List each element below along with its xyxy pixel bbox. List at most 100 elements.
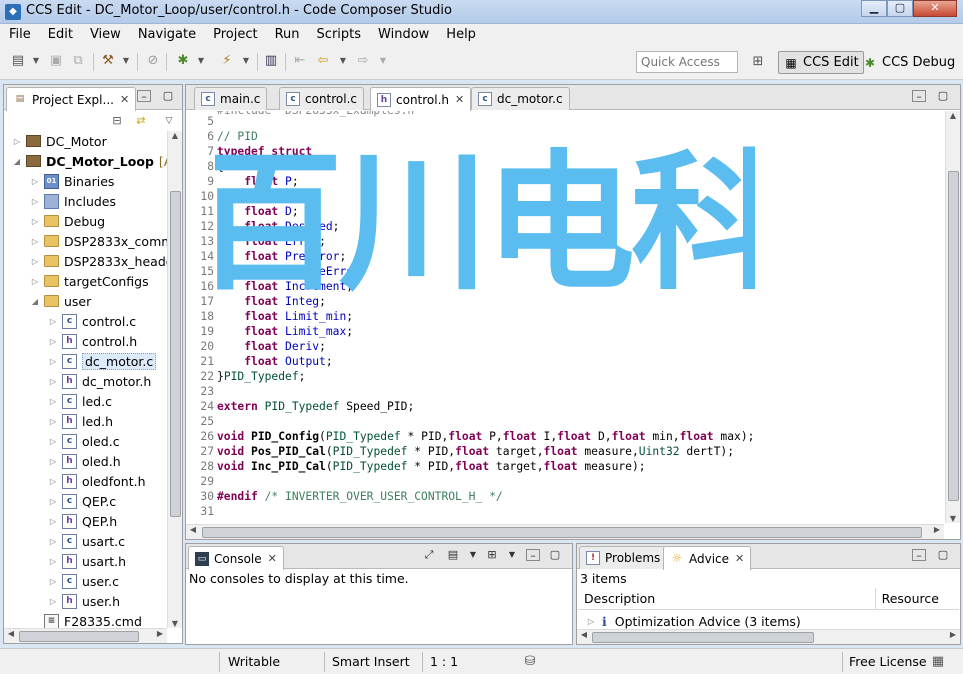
close-icon[interactable]: ✕ [120, 93, 129, 106]
view-menu-icon[interactable]: ▽ [161, 113, 177, 129]
forward-arrow-icon[interactable]: ⇨ [355, 53, 371, 69]
debug-bug-icon[interactable]: ✱ [175, 53, 191, 69]
tree-item[interactable]: ▷ DSP2833x_heade [30, 251, 167, 271]
code-line[interactable]: 5 [186, 114, 217, 129]
tree-item[interactable]: ▷ h led.h [48, 411, 113, 431]
code-line[interactable]: 26 void PID_Config(PID_Typedef * PID,floa… [186, 429, 754, 444]
tree-item[interactable]: ▷ DC_Motor [12, 131, 107, 151]
advice-row[interactable]: ▷ i Optimization Advice (3 items) [578, 611, 801, 631]
code-line[interactable]: 23 [186, 384, 217, 399]
tree-item[interactable]: ▷ c control.c [48, 311, 136, 331]
build-hammer-icon[interactable]: ⚒ [100, 53, 116, 69]
code-line[interactable]: 28 void Inc_PID_Cal(PID_Typedef * PID,flo… [186, 459, 645, 474]
new-icon[interactable]: ▤ [10, 53, 26, 69]
code-line[interactable]: 12 float Desired; [186, 219, 339, 234]
display-dropdown-icon[interactable]: ▼ [466, 549, 480, 561]
collapse-all-icon[interactable]: ⊟ [109, 113, 125, 129]
tree-item[interactable]: ▷ c QEP.c [48, 491, 116, 511]
column-description[interactable]: Description [578, 588, 876, 609]
code-line[interactable]: 29 [186, 474, 217, 489]
tree-item[interactable]: ▷ c dc_motor.c [48, 351, 157, 371]
expand-icon[interactable]: ▷ [30, 277, 40, 286]
tab-problems[interactable]: ! Problems [579, 546, 668, 569]
code-line[interactable]: 27 void Pos_PID_Cal(PID_Typedef * PID,flo… [186, 444, 734, 459]
expand-icon[interactable]: ▷ [30, 257, 40, 266]
code-line[interactable]: 30 #endif /* INVERTER_OVER_USER_CONTROL_H… [186, 489, 502, 504]
tree-horizontal-scrollbar[interactable]: ◀ ▶ [4, 628, 167, 643]
editor-tab[interactable]: h control.h ✕ [370, 87, 472, 111]
tree-hscroll-thumb[interactable] [19, 631, 139, 642]
code-line[interactable]: 19 float Limit_max; [186, 324, 353, 339]
tree-item[interactable]: ▷ targetConfigs [30, 271, 149, 291]
tree-item[interactable]: ▷ c usart.c [48, 531, 125, 551]
tab-project-explorer[interactable]: ▤ Project Expl... ✕ [6, 87, 137, 111]
code-line[interactable]: 6// PID [186, 129, 258, 144]
new-dropdown-icon[interactable]: ▼ [28, 53, 44, 69]
display-console-icon[interactable]: ▤ [446, 549, 460, 561]
editor-tab[interactable]: c main.c [194, 87, 268, 110]
code-line[interactable]: 11 float D; [186, 204, 298, 219]
close-icon[interactable]: ✕ [735, 552, 744, 565]
skip-breakpoints-icon[interactable]: ⊘ [145, 53, 161, 69]
debug-dropdown-icon[interactable]: ▼ [193, 53, 209, 69]
expand-icon[interactable]: ▷ [30, 197, 40, 206]
maximize-icon[interactable]: ▢ [161, 90, 175, 102]
status-progress-icon[interactable]: ⛁ [522, 654, 538, 670]
tree-item[interactable]: ◢ user [30, 291, 91, 311]
last-edit-icon[interactable]: ⇤ [292, 53, 308, 69]
menu-edit[interactable]: Edit [39, 27, 81, 42]
save-all-icon[interactable]: ⧉ [70, 53, 86, 69]
build-dropdown-icon[interactable]: ▼ [118, 53, 134, 69]
expand-icon[interactable]: ▷ [586, 617, 596, 626]
menu-window[interactable]: Window [369, 27, 437, 42]
menu-navigate[interactable]: Navigate [129, 27, 204, 42]
tree-item[interactable]: ▷ h control.h [48, 331, 137, 351]
tree-item[interactable]: ▷ h dc_motor.h [48, 371, 151, 391]
perspective-ccs-debug[interactable]: ✱ CCS Debug [858, 51, 959, 74]
tree-item[interactable]: ▷ h usart.h [48, 551, 126, 571]
code-line[interactable]: 14 float PreError; [186, 249, 346, 264]
code-line[interactable]: 9 float P; [186, 174, 298, 189]
tree-item[interactable]: ▷ 01 Binaries [30, 171, 114, 191]
menu-scripts[interactable]: Scripts [308, 27, 369, 42]
code-editor[interactable]: #include "DSP2833x_Examples.h"56// PID7t… [186, 111, 944, 523]
code-line[interactable]: 18 float Limit_min; [186, 309, 353, 324]
collapse-icon[interactable]: ◢ [12, 157, 22, 166]
close-icon[interactable]: ✕ [455, 93, 464, 106]
expand-icon[interactable]: ▷ [12, 137, 22, 146]
advice-hscroll-thumb[interactable] [592, 632, 814, 643]
editor-vertical-scrollbar[interactable]: ▲ ▼ [945, 111, 960, 523]
code-line[interactable]: 16 float Increment; [186, 279, 353, 294]
menu-help[interactable]: Help [437, 27, 484, 42]
tree-scroll-thumb[interactable] [170, 191, 181, 517]
maximize-icon[interactable]: ▢ [548, 549, 562, 561]
maximize-button[interactable]: ▢ [887, 0, 913, 17]
code-line[interactable]: 31 [186, 504, 217, 519]
new-console-icon[interactable]: ⊞ [485, 549, 499, 561]
minimize-icon[interactable]: – [912, 549, 926, 561]
minimize-button[interactable]: ▁ [861, 0, 887, 17]
menu-file[interactable]: File [0, 27, 39, 42]
open-perspective-icon[interactable]: ⊞ [750, 54, 766, 70]
close-icon[interactable]: ✕ [268, 552, 277, 565]
column-resource[interactable]: Resource [876, 588, 959, 609]
pin-console-icon[interactable]: ⤢ [422, 549, 436, 561]
back-arrow-icon[interactable]: ⇦ [315, 53, 331, 69]
editor-tab[interactable]: c control.c [279, 87, 365, 110]
editor-scroll-thumb[interactable] [948, 171, 959, 501]
tree-item[interactable]: ▷ Includes [30, 191, 116, 211]
save-icon[interactable]: ▣ [48, 53, 64, 69]
collapse-icon[interactable]: ◢ [30, 297, 40, 306]
menu-run[interactable]: Run [266, 27, 308, 42]
minimize-icon[interactable]: – [526, 549, 540, 561]
code-line[interactable]: 17 float Integ; [186, 294, 325, 309]
quick-access-input[interactable] [636, 51, 738, 73]
forward-dropdown-icon[interactable]: ▼ [375, 53, 391, 69]
code-line[interactable]: 15 float PrePreError; [186, 264, 366, 279]
back-dropdown-icon[interactable]: ▼ [335, 53, 351, 69]
minimize-icon[interactable]: – [912, 90, 926, 102]
tree-item[interactable]: ▷ h QEP.h [48, 511, 117, 531]
new-console-dropdown-icon[interactable]: ▼ [505, 549, 519, 561]
tree-item[interactable]: ▷ Debug [30, 211, 105, 231]
link-editor-icon[interactable]: ⇄ [133, 113, 149, 129]
